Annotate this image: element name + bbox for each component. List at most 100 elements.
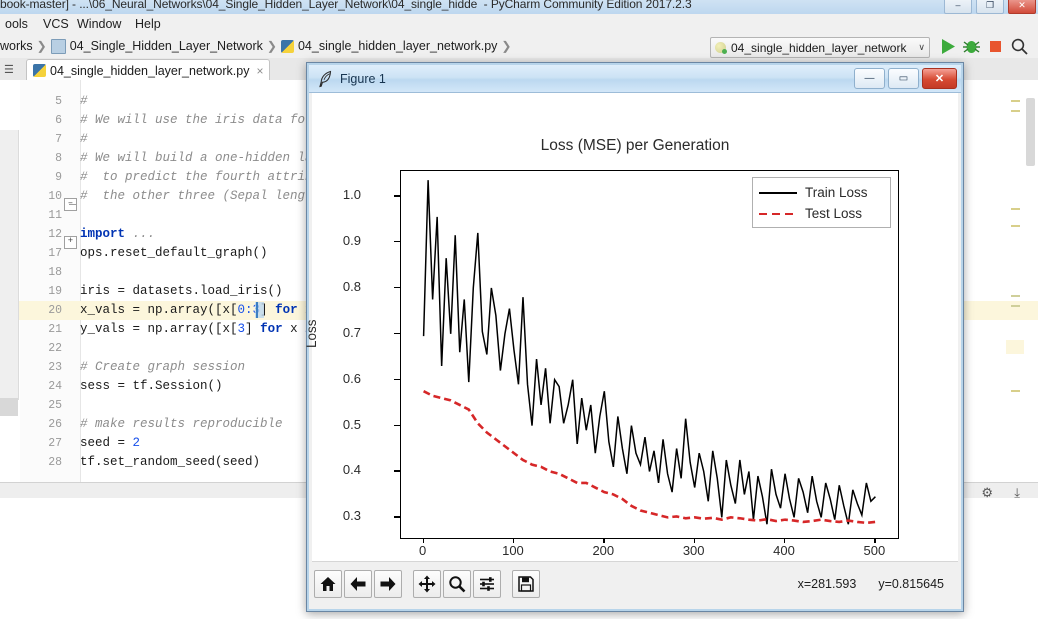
figure-minimize-button[interactable]: — [854, 68, 885, 89]
y-tick-label: 0.6 [342, 370, 361, 386]
code-line[interactable]: ops.reset_default_graph() [80, 244, 268, 263]
ide-close-button[interactable]: ✕ [1008, 0, 1036, 14]
line-number: 6 [55, 114, 62, 127]
ide-window-controls[interactable]: – ❐ ✕ [944, 0, 1036, 14]
cursor-coordinates: x=281.593 y=0.815645 [798, 577, 944, 591]
code-line[interactable]: # [80, 92, 88, 111]
editor-marker-current [1006, 340, 1024, 354]
y-tick-label: 0.7 [342, 324, 361, 340]
figure-window-controls[interactable]: — ▭ ✕ [854, 68, 957, 89]
menu-item-tools[interactable]: ools [0, 16, 33, 32]
breadcrumb-item-file[interactable]: 04_single_hidden_layer_network.py [298, 39, 497, 53]
code-line[interactable]: # Create graph session [80, 358, 245, 377]
x-tick-label: 400 [773, 543, 795, 558]
series-train-loss [422, 180, 876, 525]
chevron-down-icon[interactable]: ∨ [910, 42, 925, 53]
run-configuration-selector[interactable]: 04_single_hidden_layer_network ∨ [710, 37, 930, 58]
breadcrumb-separator-2: ❯ [266, 39, 277, 53]
editor-scrollbar-thumb[interactable] [1026, 98, 1035, 166]
breadcrumb-separator-1: ❯ [36, 39, 47, 53]
editor-marker[interactable] [1011, 225, 1020, 227]
figure-close-button[interactable]: ✕ [922, 68, 957, 89]
editor-marker[interactable] [1011, 295, 1020, 297]
toolbar-separator-2 [501, 571, 510, 597]
editor-marker[interactable] [1011, 390, 1020, 392]
x-tick-label: 0 [418, 543, 427, 558]
left-tool-button[interactable] [0, 398, 18, 416]
legend-entry-test: Test Loss [759, 203, 884, 224]
y-tick-label: 0.4 [342, 462, 361, 478]
code-line[interactable]: # make results reproducible [80, 415, 283, 434]
figure-title-bar[interactable]: Figure 1 — ▭ ✕ [309, 65, 961, 93]
ide-menu-bar: ools VCS Window Help [0, 14, 1038, 35]
tab-list-icon[interactable]: ☰ [4, 63, 14, 76]
y-tick-label: 0.9 [342, 233, 361, 249]
ide-title-bar: book-master] - ...\06_Neural_Networks\04… [0, 0, 1038, 15]
fold-marker-import[interactable]: + [64, 236, 77, 249]
stop-button[interactable] [985, 36, 1006, 57]
configure-button[interactable] [473, 570, 501, 598]
figure-maximize-button[interactable]: ▭ [888, 68, 919, 89]
back-button[interactable] [344, 570, 372, 598]
editor-tab-active[interactable]: 04_single_hidden_layer_network.py × [26, 59, 271, 81]
editor-marker[interactable] [1011, 100, 1020, 102]
left-tool-strip[interactable] [0, 130, 19, 400]
debug-button[interactable] [961, 36, 982, 57]
legend-swatch-test-loss [759, 208, 797, 220]
legend-label-test-loss: Test Loss [805, 206, 863, 221]
search-icon[interactable] [1009, 36, 1030, 57]
zoom-button[interactable] [443, 570, 471, 598]
folder-icon [50, 38, 66, 54]
home-button[interactable] [314, 570, 342, 598]
chart-legend: Train Loss Test Loss [752, 177, 891, 228]
code-line[interactable]: sess = tf.Session() [80, 377, 223, 396]
pan-button[interactable] [413, 570, 441, 598]
menu-item-window[interactable]: Window [72, 16, 126, 32]
screen-root: book-master] - ...\06_Neural_Networks\04… [0, 0, 1038, 619]
menu-item-vcs[interactable]: VCS [38, 16, 74, 32]
forward-button[interactable] [374, 570, 402, 598]
coord-y: y=0.815645 [878, 577, 944, 591]
x-tick-label: 500 [863, 543, 886, 558]
line-number: 27 [48, 437, 62, 450]
x-tick-label: 300 [682, 543, 705, 558]
figure-window-frame: Figure 1 — ▭ ✕ Loss (MSE) per Generation… [304, 63, 963, 611]
x-tick-label: 200 [592, 543, 615, 558]
breadcrumb-item-works[interactable]: works [0, 39, 33, 53]
line-number: 5 [55, 95, 62, 108]
legend-label-train-loss: Train Loss [805, 185, 868, 200]
series-test-loss [423, 390, 876, 525]
code-line[interactable]: tf.set_random_seed(seed) [80, 453, 260, 472]
figure-toolbar[interactable]: x=281.593 y=0.815645 [312, 561, 958, 606]
code-line[interactable]: iris = datasets.load_iris() [80, 282, 283, 301]
run-config-label: 04_single_hidden_layer_network [731, 40, 907, 55]
y-tick-label: 0.5 [342, 416, 361, 432]
menu-item-help[interactable]: Help [130, 16, 166, 32]
run-button[interactable] [937, 36, 958, 57]
python-file-icon [33, 64, 46, 77]
code-line[interactable]: # [80, 130, 88, 149]
code-line[interactable]: import ... [80, 225, 155, 244]
breadcrumb[interactable]: works ❯ 04_Single_Hidden_Layer_Network ❯… [0, 38, 515, 54]
editor-marker[interactable] [1011, 305, 1020, 307]
breadcrumb-separator-3: ❯ [501, 39, 512, 53]
toolbar-separator-1 [402, 571, 411, 597]
close-icon[interactable]: × [256, 64, 263, 78]
legend-entry-train: Train Loss [759, 182, 884, 203]
legend-swatch-train-loss [759, 187, 797, 199]
code-line[interactable]: seed = 2 [80, 434, 140, 453]
editor-marker[interactable] [1011, 208, 1020, 210]
editor-marker[interactable] [1011, 110, 1020, 112]
y-tick-label: 0.3 [342, 508, 361, 524]
breadcrumb-item-folder[interactable]: 04_Single_Hidden_Layer_Network [70, 39, 263, 53]
line-number: 26 [48, 418, 62, 431]
figure-canvas[interactable]: Loss (MSE) per Generation Loss Generatio… [304, 93, 958, 581]
coord-x: x=281.593 [797, 577, 857, 591]
save-button[interactable] [512, 570, 540, 598]
editor-tab-label: 04_single_hidden_layer_network.py [50, 63, 250, 78]
ide-maximize-button[interactable]: ❐ [976, 0, 1004, 14]
y-tick-label: 1.0 [342, 187, 361, 203]
figure-window[interactable]: Figure 1 — ▭ ✕ Loss (MSE) per Generation… [304, 62, 964, 612]
ide-minimize-button[interactable]: – [944, 0, 972, 14]
y-tick-label: 0.8 [342, 278, 361, 294]
